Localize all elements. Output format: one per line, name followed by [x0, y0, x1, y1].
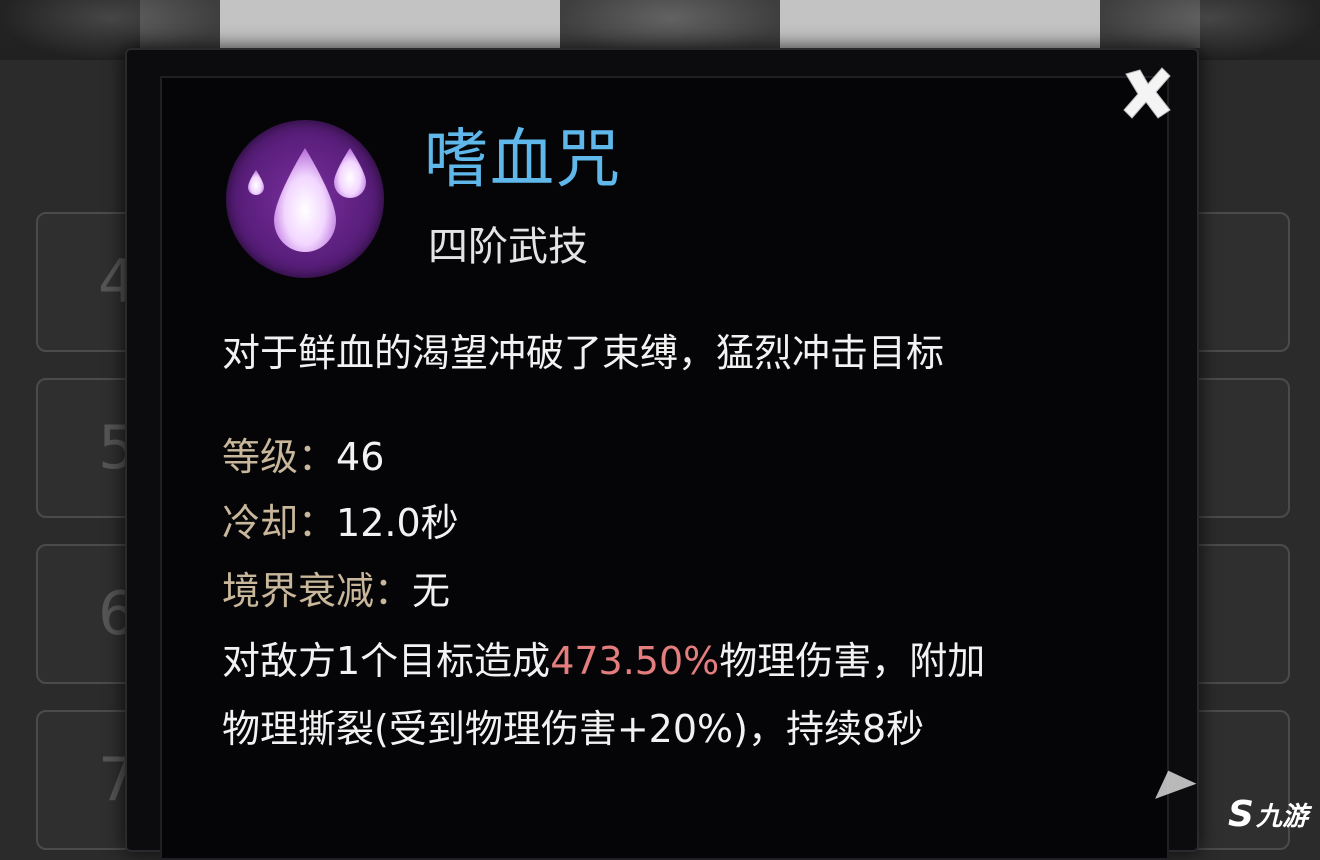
- stat-cooldown-label: 冷却：: [222, 501, 337, 545]
- stat-level-value: 46: [336, 435, 385, 479]
- stat-decay-label: 境界衰减：: [222, 569, 413, 613]
- skill-icon: [226, 120, 384, 278]
- effect-line-1: 对敌方1个目标造成473.50%物理伤害，附加: [222, 636, 985, 686]
- stat-cooldown: 冷却：12.0秒: [222, 498, 459, 548]
- effect-damage-percent: 473.50%: [550, 639, 720, 683]
- blood-drops-icon: [248, 148, 366, 252]
- stat-level: 等级：46: [222, 432, 384, 482]
- close-icon: [1123, 67, 1171, 119]
- watermark: S 九游: [1228, 790, 1318, 838]
- watermark-logo: S: [1228, 793, 1254, 835]
- stat-decay-value: 无: [412, 569, 451, 613]
- skill-tier: 四阶武技: [428, 224, 588, 270]
- effect-prefix: 对敌方1个目标造成: [222, 639, 551, 683]
- watermark-text: 九游: [1255, 801, 1308, 832]
- effect-suffix: 物理伤害，附加: [719, 639, 986, 683]
- close-button[interactable]: [1118, 64, 1176, 122]
- skill-name: 嗜血咒: [424, 123, 622, 197]
- stat-decay: 境界衰减：无: [222, 566, 450, 616]
- stat-level-label: 等级：: [222, 435, 337, 479]
- effect-line-2: 物理撕裂(受到物理伤害+20%)，持续8秒: [222, 707, 925, 751]
- skill-description: 对于鲜血的渴望冲破了束缚，猛烈冲击目标: [222, 331, 945, 375]
- stat-cooldown-value: 12.0秒: [336, 501, 459, 545]
